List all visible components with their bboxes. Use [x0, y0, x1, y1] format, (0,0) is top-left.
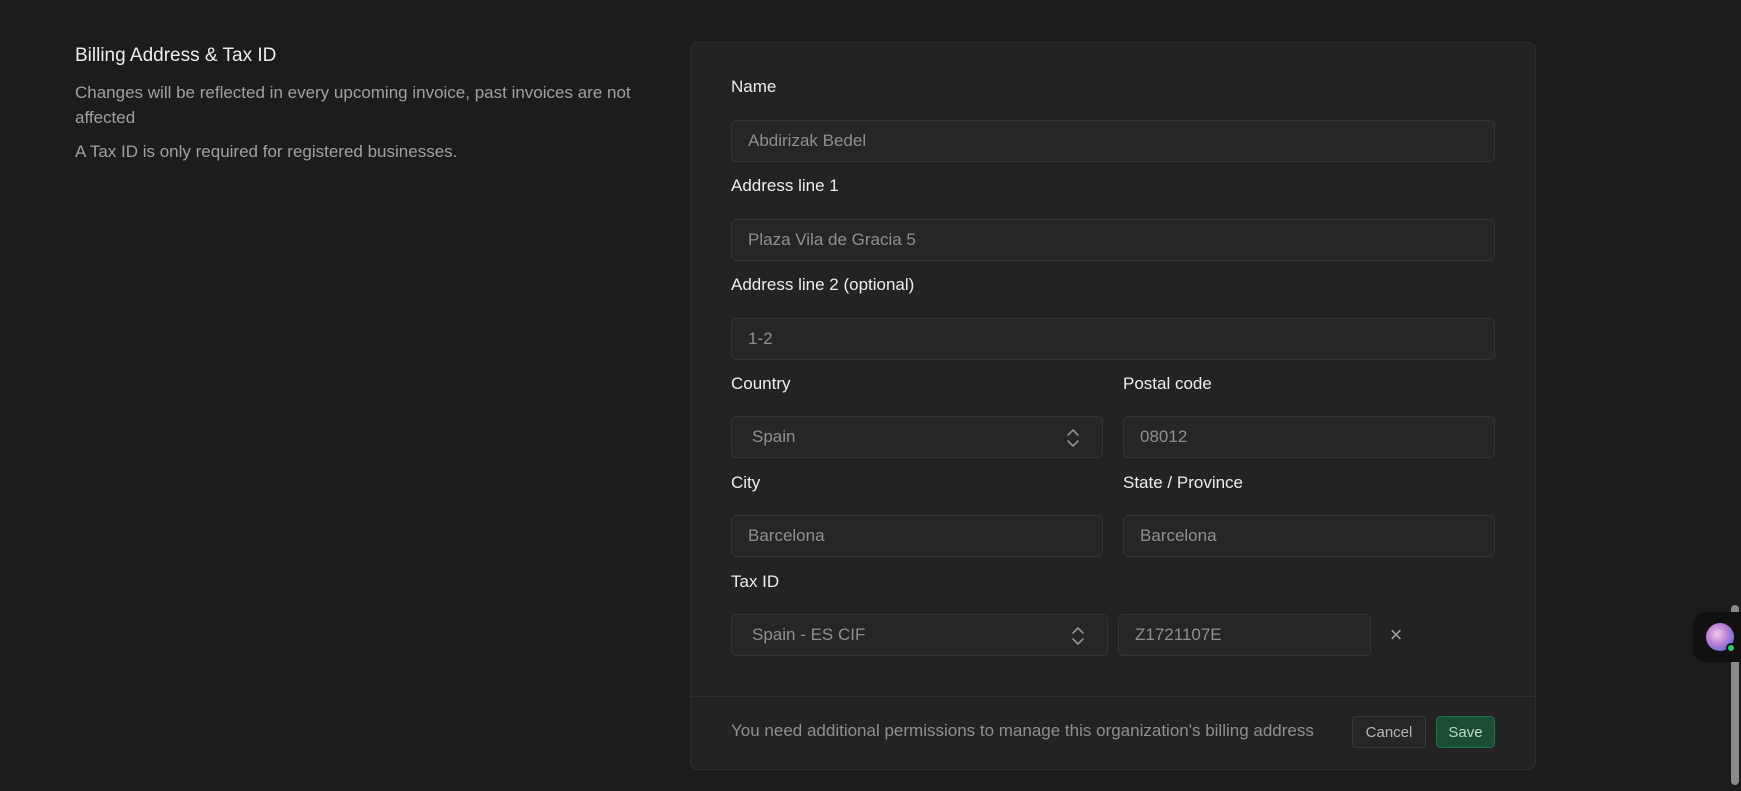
tax-id-note: A Tax ID is only required for registered… [75, 142, 458, 161]
tax-id-input[interactable]: Z1721107E [1118, 614, 1371, 656]
country-label: Country [731, 374, 791, 393]
chevron-up-down-icon [1067, 429, 1079, 447]
country-value: Spain [752, 427, 796, 446]
address-line-1-label: Address line 1 [731, 176, 839, 195]
address-line-2-input[interactable]: 1-2 [731, 318, 1495, 360]
page: Billing Address & Tax ID Changes will be… [0, 0, 1741, 791]
postal-code-value: 08012 [1140, 427, 1188, 446]
section-description: Changes will be reflected in every upcom… [75, 83, 631, 127]
tax-id-type-select[interactable]: Spain - ES CIF [731, 614, 1108, 656]
tax-id-type-value: Spain - ES CIF [752, 625, 866, 644]
state-province-value: Barcelona [1140, 526, 1217, 545]
close-icon[interactable]: × [1386, 624, 1406, 646]
card-footer: You need additional permissions to manag… [691, 696, 1535, 769]
online-status-dot [1726, 643, 1736, 653]
tax-id-value: Z1721107E [1135, 625, 1222, 644]
name-input[interactable]: Abdirizak Bedel [731, 120, 1495, 162]
name-value: Abdirizak Bedel [748, 131, 867, 150]
address-line-2-value: 1-2 [748, 329, 773, 348]
address-line-1-value: Plaza Vila de Gracia 5 [748, 230, 916, 249]
postal-code-label: Postal code [1123, 374, 1212, 393]
billing-address-card: Name Abdirizak Bedel Address line 1 Plaz… [690, 42, 1536, 770]
section-title: Billing Address & Tax ID [75, 45, 277, 66]
postal-code-input[interactable]: 08012 [1123, 416, 1495, 458]
country-select[interactable]: Spain [731, 416, 1103, 458]
address-line-2-label: Address line 2 (optional) [731, 275, 915, 294]
city-label: City [731, 473, 761, 492]
city-value: Barcelona [748, 526, 825, 545]
city-input[interactable]: Barcelona [731, 515, 1103, 557]
chevron-up-down-icon [1072, 627, 1084, 645]
permission-note: You need additional permissions to manag… [731, 721, 1314, 740]
tax-id-label: Tax ID [731, 572, 780, 591]
section-intro: Billing Address & Tax ID Changes will be… [75, 44, 675, 164]
save-button[interactable]: Save [1436, 716, 1495, 748]
state-province-input[interactable]: Barcelona [1123, 515, 1495, 557]
name-label: Name [731, 77, 777, 96]
address-line-1-input[interactable]: Plaza Vila de Gracia 5 [731, 219, 1495, 261]
state-province-label: State / Province [1123, 473, 1244, 492]
cancel-button[interactable]: Cancel [1352, 716, 1426, 748]
user-avatar-tab[interactable] [1693, 612, 1741, 662]
